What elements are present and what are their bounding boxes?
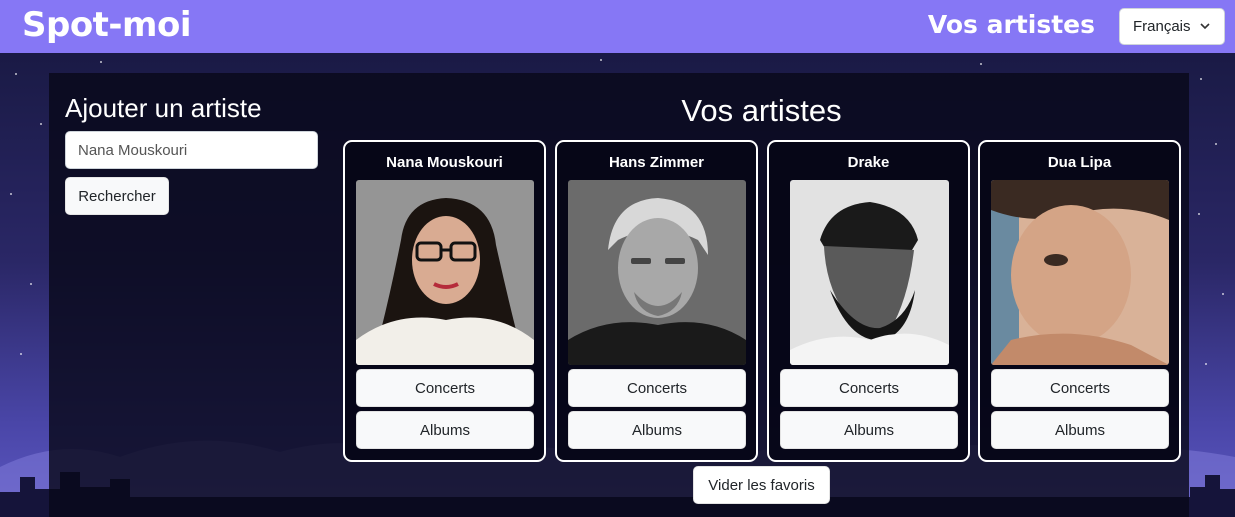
brand-logo[interactable]: Spot-moi [22, 5, 192, 45]
main-panel: Ajouter un artiste Rechercher Vos artist… [49, 73, 1189, 517]
artist-photo [568, 180, 746, 365]
artist-name: Nana Mouskouri [386, 154, 503, 171]
concerts-button[interactable]: Concerts [568, 369, 746, 407]
artist-photo [991, 180, 1169, 365]
concerts-button[interactable]: Concerts [356, 369, 534, 407]
add-artist-heading: Ajouter un artiste [65, 93, 262, 123]
artist-card: Dua Lipa Concerts Albums [978, 140, 1181, 462]
albums-button[interactable]: Albums [991, 411, 1169, 449]
albums-button[interactable]: Albums [356, 411, 534, 449]
artist-search-input[interactable] [65, 131, 318, 169]
artist-name: Hans Zimmer [608, 154, 705, 171]
artist-card: Nana Mouskouri Concerts Albums [343, 140, 546, 462]
section-title: Vos artistes [681, 93, 842, 128]
artist-photo [356, 180, 534, 365]
artist-name: Drake [847, 154, 890, 171]
search-button[interactable]: Rechercher [65, 177, 169, 215]
artist-card: Hans Zimmer Concerts Albums [555, 140, 758, 462]
chevron-down-icon [1200, 23, 1210, 30]
language-select[interactable]: Français [1119, 8, 1225, 45]
albums-button[interactable]: Albums [568, 411, 746, 449]
concerts-button[interactable]: Concerts [991, 369, 1169, 407]
artist-photo [790, 180, 949, 365]
language-select-value: Français [1133, 18, 1191, 35]
concerts-button[interactable]: Concerts [780, 369, 958, 407]
clear-favorites-button[interactable]: Vider les favoris [693, 466, 830, 504]
artist-card: Drake Concerts Albums [767, 140, 970, 462]
artist-name: Dua Lipa [1047, 154, 1112, 171]
nav-link-vos-artistes[interactable]: Vos artistes [928, 10, 1095, 39]
albums-button[interactable]: Albums [780, 411, 958, 449]
navbar: Spot-moi Vos artistes Français [0, 0, 1235, 53]
